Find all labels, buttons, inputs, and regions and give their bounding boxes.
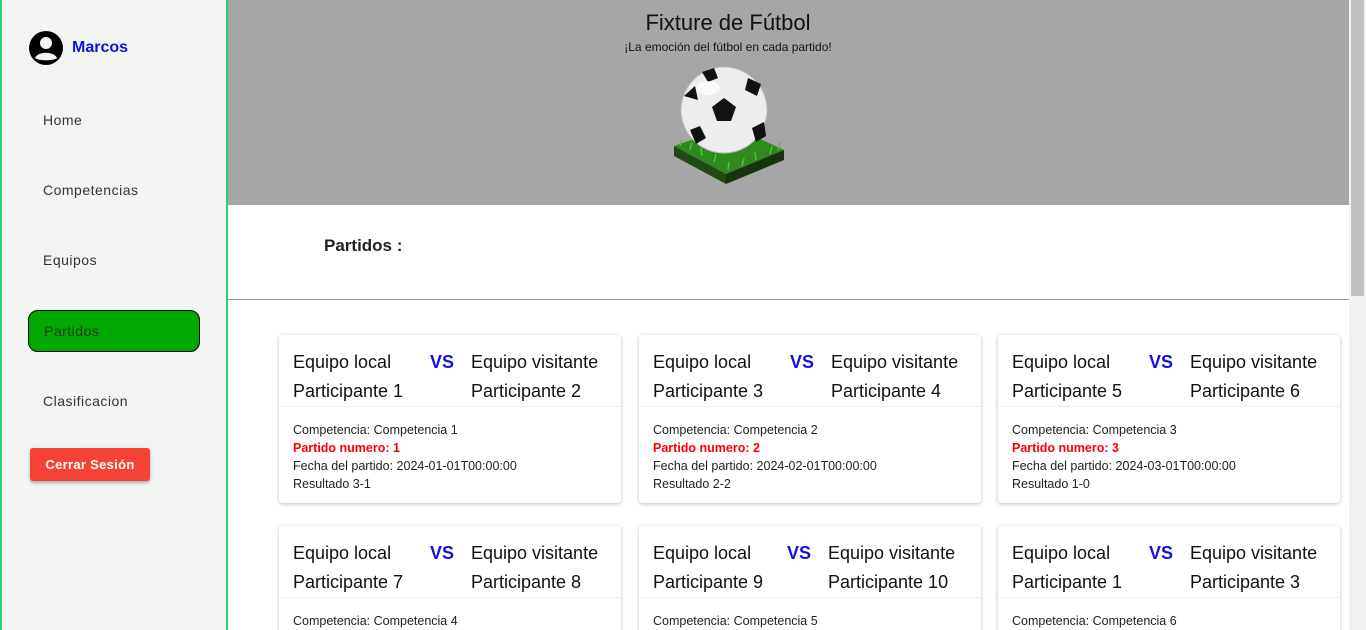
match-card-header: Equipo local VS Equipo visitante Partici… xyxy=(998,335,1340,407)
match-date: Fecha del partido: 2024-01-01T00:00:00 xyxy=(293,459,517,473)
vs-label: VS xyxy=(787,543,812,563)
visitor-label: Equipo visitante xyxy=(1190,543,1318,563)
match-result: Resultado 3-1 xyxy=(293,477,371,491)
match-result: Resultado 2-2 xyxy=(653,477,731,491)
local-label: Equipo local xyxy=(1012,352,1111,372)
competition-text: Competencia: Competencia 6 xyxy=(1012,614,1177,628)
match-card-body: Competencia: Competencia 2 Partido numer… xyxy=(639,407,981,503)
main-content: Fixture de Fútbol ¡La emoción del fútbol… xyxy=(228,0,1349,630)
match-card[interactable]: Equipo local VS Equipo visitante Partici… xyxy=(998,335,1340,503)
match-card[interactable]: Equipo local VS Equipo visitante Partici… xyxy=(639,335,981,503)
vs-label: VS xyxy=(430,352,455,372)
nav-item-label: Equipos xyxy=(43,252,98,268)
user-profile[interactable]: Marcos xyxy=(28,30,128,66)
match-number: Partido numero: 1 xyxy=(293,441,400,455)
local-team: Participante 1 xyxy=(293,381,404,401)
visitor-team: Participante 8 xyxy=(471,572,582,592)
nav-item-home[interactable]: Home xyxy=(28,99,200,141)
nav-item-label: Partidos xyxy=(44,323,100,339)
nav-item-competencias[interactable]: Competencias xyxy=(28,169,200,211)
match-date: Fecha del partido: 2024-02-01T00:00:00 xyxy=(653,459,877,473)
match-card-body: Competencia: Competencia 4 xyxy=(279,598,621,630)
match-card-header: Equipo local VS Equipo visitante Partici… xyxy=(279,335,621,407)
page-header: Fixture de Fútbol ¡La emoción del fútbol… xyxy=(228,0,1349,205)
match-number: Partido numero: 2 xyxy=(653,441,760,455)
logout-button[interactable]: Cerrar Sesión xyxy=(30,448,150,481)
visitor-team: Participante 10 xyxy=(828,572,949,592)
nav-item-clasificacion[interactable]: Clasificacion xyxy=(28,380,200,422)
local-label: Equipo local xyxy=(293,352,392,372)
nav-item-partidos[interactable]: Partidos xyxy=(28,310,200,352)
scrollbar[interactable] xyxy=(1349,0,1366,630)
soccer-ball-image xyxy=(674,66,784,184)
local-team: Participante 5 xyxy=(1012,381,1123,401)
page-title: Fixture de Fútbol xyxy=(645,10,811,35)
sidebar: Marcos Home Competencias Equipos Partido… xyxy=(0,0,228,630)
page-subtitle: ¡La emoción del fútbol en cada partido! xyxy=(624,40,832,54)
vs-label: VS xyxy=(1149,352,1174,372)
match-date: Fecha del partido: 2024-03-01T00:00:00 xyxy=(1012,459,1236,473)
account-circle-icon xyxy=(29,31,63,65)
visitor-label: Equipo visitante xyxy=(471,352,599,372)
section-title: Partidos : xyxy=(324,236,403,255)
competition-text: Competencia: Competencia 5 xyxy=(653,614,818,628)
nav-item-label: Home xyxy=(43,112,83,128)
match-card-header: Equipo local VS Equipo visitante Partici… xyxy=(998,526,1340,598)
visitor-team: Participante 6 xyxy=(1190,381,1301,401)
local-team: Participante 3 xyxy=(653,381,764,401)
local-team: Participante 1 xyxy=(1012,572,1123,592)
visitor-label: Equipo visitante xyxy=(831,352,959,372)
vs-label: VS xyxy=(790,352,815,372)
match-card-body: Competencia: Competencia 3 Partido numer… xyxy=(998,407,1340,503)
vs-label: VS xyxy=(1149,543,1174,563)
user-name[interactable]: Marcos xyxy=(72,39,128,57)
match-card[interactable]: Equipo local VS Equipo visitante Partici… xyxy=(639,526,981,630)
match-card-body: Competencia: Competencia 5 xyxy=(639,598,981,630)
local-team: Participante 9 xyxy=(653,572,764,592)
competition-text: Competencia: Competencia 3 xyxy=(1012,423,1177,437)
competition-text: Competencia: Competencia 2 xyxy=(653,423,818,437)
vs-label: VS xyxy=(430,543,455,563)
match-card[interactable]: Equipo local VS Equipo visitante Partici… xyxy=(279,335,621,503)
match-number: Partido numero: 3 xyxy=(1012,441,1119,455)
visitor-label: Equipo visitante xyxy=(828,543,956,563)
match-card-header: Equipo local VS Equipo visitante Partici… xyxy=(639,335,981,407)
nav-item-label: Clasificacion xyxy=(43,393,129,409)
local-team: Participante 7 xyxy=(293,572,404,592)
match-card[interactable]: Equipo local VS Equipo visitante Partici… xyxy=(279,526,621,630)
local-label: Equipo local xyxy=(1012,543,1111,563)
competition-text: Competencia: Competencia 1 xyxy=(293,423,458,437)
match-card-header: Equipo local VS Equipo visitante Partici… xyxy=(639,526,981,598)
visitor-team: Participante 4 xyxy=(831,381,942,401)
local-label: Equipo local xyxy=(293,543,392,563)
scrollbar-thumb[interactable] xyxy=(1351,0,1364,296)
local-label: Equipo local xyxy=(653,352,752,372)
divider xyxy=(228,299,1349,300)
visitor-label: Equipo visitante xyxy=(471,543,599,563)
visitor-team: Participante 2 xyxy=(471,381,582,401)
match-card-body: Competencia: Competencia 6 xyxy=(998,598,1340,630)
visitor-label: Equipo visitante xyxy=(1190,352,1318,372)
competition-text: Competencia: Competencia 4 xyxy=(293,614,458,628)
match-card-header: Equipo local VS Equipo visitante Partici… xyxy=(279,526,621,598)
match-result: Resultado 1-0 xyxy=(1012,477,1090,491)
nav-item-equipos[interactable]: Equipos xyxy=(28,239,200,281)
visitor-team: Participante 3 xyxy=(1190,572,1301,592)
match-card-body: Competencia: Competencia 1 Partido numer… xyxy=(279,407,621,503)
local-label: Equipo local xyxy=(653,543,752,563)
match-card[interactable]: Equipo local VS Equipo visitante Partici… xyxy=(998,526,1340,630)
nav-item-label: Competencias xyxy=(43,182,139,198)
